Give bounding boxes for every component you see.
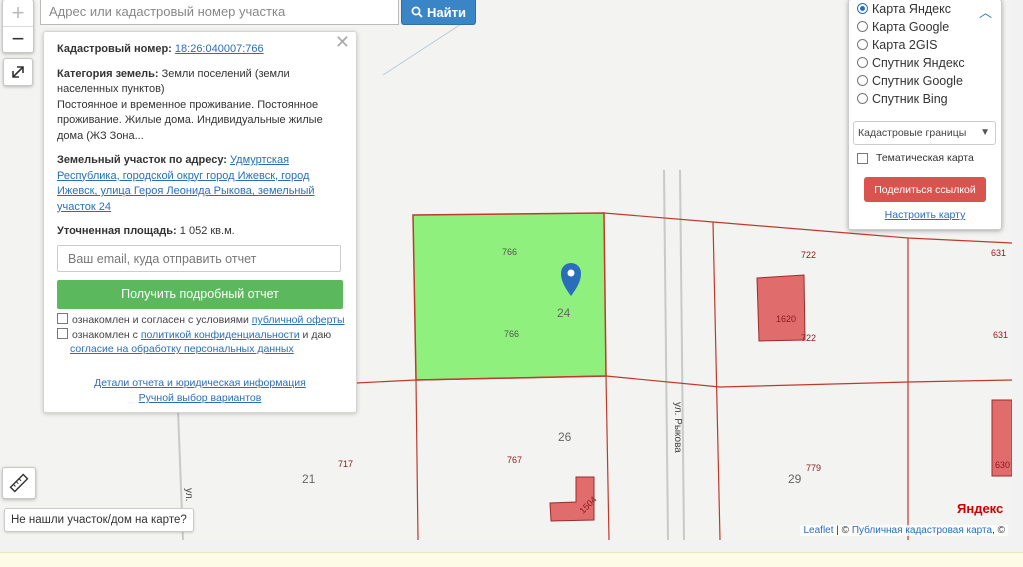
get-report-button[interactable]: Получить подробный отчет <box>57 280 343 309</box>
layer-option[interactable]: Карта 2GIS <box>857 36 937 53</box>
address-label: Земельный участок по адресу: <box>57 154 227 166</box>
details-link[interactable]: Детали отчета и юридическая информация <box>44 376 356 392</box>
yandex-logo: Яндекс <box>957 501 1004 516</box>
parcel-label: 766 <box>502 247 518 257</box>
parcel-label: 631 <box>993 330 1009 340</box>
cadastral-number-link[interactable]: 18:26:040007:766 <box>175 43 264 55</box>
consent-link[interactable]: согласие на обработку персональных данны… <box>70 343 294 355</box>
layer-option[interactable]: Спутник Google <box>857 72 963 89</box>
parcel-label: 779 <box>806 463 822 473</box>
area-value: 1 052 кв.м. <box>179 225 235 237</box>
street-label: ул. Рыкова <box>672 402 683 453</box>
layer-option[interactable]: Карта Яндекс <box>857 0 951 17</box>
parcel-border-v1 <box>415 379 419 540</box>
expand-icon <box>12 66 24 78</box>
privacy-link[interactable]: политикой конфиденциальности <box>141 329 300 341</box>
selected-parcel[interactable] <box>412 212 607 381</box>
manual-select-link[interactable]: Ручной выбор вариантов <box>44 391 356 407</box>
radio-icon <box>857 57 868 68</box>
thematic-row[interactable]: Тематическая карта <box>857 152 974 164</box>
find-button[interactable]: Найти <box>401 0 476 25</box>
radio-icon <box>857 75 868 86</box>
ruler-icon <box>9 473 29 493</box>
street-line-2 <box>679 169 685 540</box>
parcel-label: 630 <box>995 460 1011 470</box>
layers-panel: ︿ Карта Яндекс Карта Google Карта 2GIS С… <box>848 0 1002 230</box>
configure-map-link[interactable]: Настроить карту <box>849 209 1001 221</box>
parcel-label: 766 <box>504 329 520 339</box>
share-link-button[interactable]: Поделиться ссылкой <box>864 177 986 202</box>
ruler-button[interactable] <box>2 467 36 499</box>
not-found-button[interactable]: Не нашли участок/дом на карте? <box>4 508 194 532</box>
category-label: Категория земель: <box>57 67 159 80</box>
chevron-up-icon[interactable]: ︿ <box>979 2 992 21</box>
map-attribution: Leaflet | © Публичная кадастровая карта,… <box>800 525 1008 536</box>
search-input[interactable] <box>41 0 397 22</box>
layer-option[interactable]: Спутник Яндекс <box>857 54 965 71</box>
layer-option[interactable]: Карта Google <box>857 18 949 35</box>
privacy-text-2: и даю <box>302 329 332 341</box>
lot-number: 21 <box>302 472 316 486</box>
search-icon <box>411 6 423 18</box>
parcel-border-v2 <box>605 375 610 540</box>
find-button-label: Найти <box>427 4 466 20</box>
cadastral-map-link[interactable]: Публичная кадастровая карта <box>852 525 992 536</box>
building-1620 <box>756 274 806 342</box>
leaflet-link[interactable]: Leaflet <box>803 525 833 536</box>
privacy-text: ознакомлен с <box>72 329 138 341</box>
layer-option[interactable]: Спутник Bing <box>857 90 948 107</box>
thematic-label: Тематическая карта <box>876 152 974 164</box>
privacy-checkbox[interactable] <box>57 328 68 339</box>
layer-label: Карта Google <box>872 19 950 34</box>
fullscreen-button[interactable] <box>3 58 33 86</box>
layer-label: Спутник Google <box>872 73 963 88</box>
email-input[interactable] <box>57 245 341 272</box>
radio-icon <box>857 93 868 104</box>
chevron-down-icon: ▼ <box>980 127 990 138</box>
attribution-sep: | © <box>836 525 850 536</box>
lot-number: 26 <box>558 430 572 444</box>
offer-checkbox-row: ознакомлен и согласен с условиями публич… <box>57 313 345 327</box>
parcel-label: 722 <box>801 333 817 343</box>
street-label: ул. <box>183 488 194 502</box>
offer-text: ознакомлен и согласен с условиями <box>72 314 249 326</box>
layer-label: Спутник Bing <box>872 91 948 106</box>
radio-icon <box>857 3 868 14</box>
zoom-in-button[interactable]: + <box>3 0 33 26</box>
lot-number: 24 <box>557 306 571 320</box>
zoom-out-button[interactable]: − <box>3 26 33 52</box>
parcel-label: 767 <box>507 455 523 465</box>
lot-number: 29 <box>788 472 802 486</box>
overlay-select-value: Кадастровые границы <box>858 127 967 139</box>
radio-icon <box>857 21 868 32</box>
layer-label: Карта 2GIS <box>872 37 938 52</box>
cadastral-label: Кадастровый номер: <box>57 43 172 55</box>
usage-text: Постоянное и временное проживание. Посто… <box>57 98 323 142</box>
thematic-checkbox[interactable] <box>857 152 868 164</box>
bottom-strip <box>0 552 1023 567</box>
parcel-label: 1620 <box>776 314 797 324</box>
parcel-border-v3 <box>712 221 721 540</box>
search-field[interactable] <box>40 0 399 25</box>
street-line <box>663 169 669 540</box>
parcel-label: 631 <box>991 248 1007 258</box>
layer-label: Спутник Яндекс <box>872 55 965 70</box>
layer-label: Карта Яндекс <box>872 1 951 16</box>
radio-icon <box>857 39 868 50</box>
parcel-label: 717 <box>338 459 354 469</box>
overlay-select[interactable]: Кадастровые границы ▼ <box>853 121 996 145</box>
privacy-checkbox-row: ознакомлен с политикой конфиденциальност… <box>57 328 347 356</box>
parcel-label: 722 <box>801 250 817 260</box>
parcel-info-panel: ✕ Кадастровый номер: 18:26:040007:766 Ка… <box>43 31 357 413</box>
offer-checkbox[interactable] <box>57 313 68 324</box>
offer-link[interactable]: публичной оферты <box>252 314 345 326</box>
zoom-control: + − <box>2 0 34 53</box>
area-label: Уточненная площадь: <box>57 225 177 237</box>
marker-dot <box>567 269 575 277</box>
attribution-suffix: , © <box>992 525 1005 536</box>
